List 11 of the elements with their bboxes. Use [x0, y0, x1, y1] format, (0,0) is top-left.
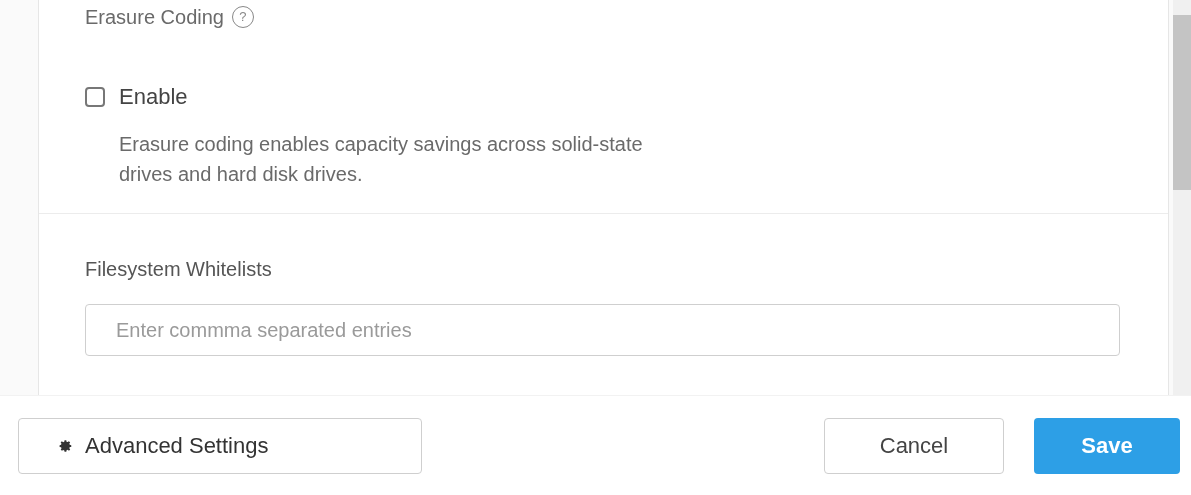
description-text: Erasure coding enables capacity savings across solid-state drives and hard disk drives. [119, 132, 644, 187]
cancel-button[interactable]: Cancel [824, 417, 1004, 474]
advanced-settings-button[interactable]: Advanced Settings [18, 417, 422, 474]
input-field[interactable]: Enter commma separated entries [85, 304, 1120, 356]
checkbox-label: Enable [119, 83, 188, 111]
section-title: Erasure Coding [85, 5, 224, 30]
scrollbar[interactable] [1173, 0, 1191, 395]
field-label: Filesystem Whitelists [85, 257, 273, 282]
checkbox[interactable] [85, 86, 105, 107]
gear-icon [59, 438, 73, 453]
scrollbar-thumb[interactable] [1173, 15, 1191, 190]
